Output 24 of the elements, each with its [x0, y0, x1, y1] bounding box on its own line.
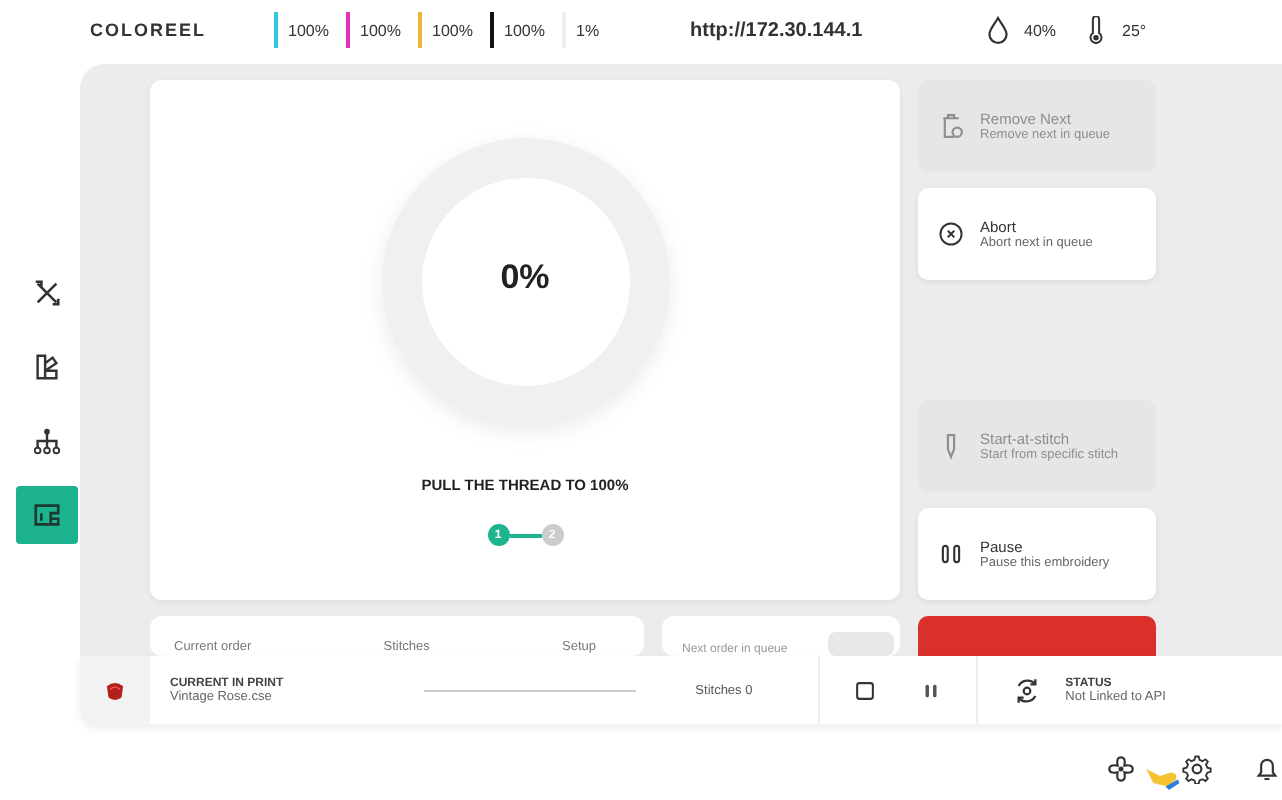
humidity-text: 40% [1024, 21, 1059, 39]
ink-level-text: 100% [288, 21, 329, 39]
ink-level-text: 100% [432, 21, 473, 39]
settings-icon[interactable] [1182, 753, 1212, 783]
progress-percent: 0% [498, 258, 552, 298]
temperature-text: 25° [1122, 21, 1149, 39]
sewing-machine-icon [32, 500, 62, 530]
tools-icon [32, 278, 62, 308]
ink-level-text: 100% [360, 21, 401, 39]
close-icon [938, 220, 964, 248]
hierarchy-icon [32, 426, 62, 456]
machine-address: http://172.30.144.1 [690, 19, 865, 41]
stop-square-icon[interactable] [853, 679, 876, 701]
thermometer-icon [1084, 16, 1108, 44]
notification-bell-icon[interactable] [1252, 753, 1282, 783]
droplet-icon [986, 16, 1010, 44]
fan-icon[interactable] [1106, 753, 1136, 783]
palette-icon [32, 352, 62, 382]
logo: COLOREEL [90, 20, 209, 40]
ink-level-text: 1% [576, 21, 600, 39]
trash-icon [938, 112, 964, 140]
ink-level-text: 100% [504, 21, 545, 39]
rose-thumbnail-icon [102, 677, 128, 703]
pause-icon [938, 540, 964, 568]
